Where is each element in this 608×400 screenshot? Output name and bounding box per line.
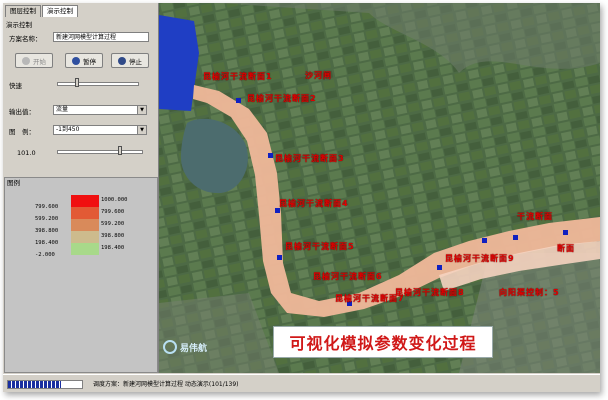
legend-select-value: -1到450 bbox=[56, 126, 80, 133]
stop-button-label: 停止 bbox=[129, 57, 142, 66]
legend-title: 图例 bbox=[7, 179, 20, 187]
legend-swatch bbox=[71, 195, 99, 207]
play-icon bbox=[22, 56, 30, 65]
pause-button-label: 暂停 bbox=[83, 57, 96, 66]
tab-demo-control[interactable]: 演示控制 bbox=[42, 5, 78, 17]
app-window: 图层控制 演示控制 演示控制 方案名称： 新建河网模型计算过程 开始 暂停 停止… bbox=[3, 3, 600, 392]
speed-slider-thumb[interactable] bbox=[75, 78, 79, 87]
panel-tabs: 图层控制 演示控制 bbox=[5, 5, 79, 17]
output-select-value: 流量 bbox=[56, 106, 69, 113]
pause-button[interactable]: 暂停 bbox=[65, 53, 103, 68]
legend-swatch bbox=[71, 219, 99, 231]
map-view[interactable]: 昆榆河干流断面1 沙河闸 昆榆河干流断面2 昆榆河干流断面3 昆榆河干流断面4 … bbox=[159, 3, 600, 373]
section-marker[interactable] bbox=[268, 153, 273, 158]
stop-button[interactable]: 停止 bbox=[111, 53, 149, 68]
logo-text: 易伟航 bbox=[180, 343, 208, 354]
status-bar: 调度方案：新建河网模型计算过程 动态演示(101/139) bbox=[3, 374, 600, 392]
legend-select-label: 图 例： bbox=[9, 128, 35, 136]
section-label: 向阳渠控制：5 bbox=[499, 288, 560, 297]
section-label: 昆榆河干流断面4 bbox=[279, 199, 349, 208]
legend-lower-value: 799.600 bbox=[35, 204, 59, 210]
value-label: 101.0 bbox=[17, 149, 36, 157]
section-marker[interactable] bbox=[437, 265, 442, 270]
group-title: 演示控制 bbox=[6, 21, 32, 29]
tab-layer-control[interactable]: 图层控制 bbox=[5, 5, 41, 17]
satellite-map bbox=[159, 3, 600, 373]
caption-text: 可视化模拟参数变化过程 bbox=[289, 334, 477, 353]
legend-swatch bbox=[71, 243, 99, 255]
section-label: 昆榆河干流断面9 bbox=[445, 254, 515, 263]
speed-slider-track[interactable] bbox=[57, 82, 139, 86]
legend-upper-value: 198.400 bbox=[101, 245, 125, 251]
legend-upper-value: 799.600 bbox=[101, 209, 125, 215]
legend-upper-value: 1000.000 bbox=[101, 197, 128, 203]
legend-lower-value: 398.800 bbox=[35, 228, 59, 234]
left-panel: 图层控制 演示控制 演示控制 方案名称： 新建河网模型计算过程 开始 暂停 停止… bbox=[3, 3, 159, 373]
start-button[interactable]: 开始 bbox=[15, 53, 53, 68]
legend-upper-value: 599.200 bbox=[101, 221, 125, 227]
chevron-down-icon: ▼ bbox=[137, 106, 146, 114]
legend-upper-value: 398.800 bbox=[101, 233, 125, 239]
section-label: 昆榆河干流断面1 bbox=[203, 72, 273, 81]
section-label: 昆榆河干流断面5 bbox=[285, 242, 355, 251]
start-button-label: 开始 bbox=[33, 57, 46, 66]
section-marker[interactable] bbox=[513, 235, 518, 240]
output-label: 输出值： bbox=[9, 108, 35, 116]
speed-label: 快速 bbox=[9, 82, 22, 90]
status-text: 调度方案：新建河网模型计算过程 动态演示(101/139) bbox=[93, 381, 239, 388]
legend-select[interactable]: -1到450 ▼ bbox=[53, 125, 147, 135]
progress-bar bbox=[7, 380, 83, 389]
legend-swatch bbox=[71, 231, 99, 243]
legend-lower-value: 599.200 bbox=[35, 216, 59, 222]
pause-icon bbox=[72, 56, 80, 65]
legend-lower-value: -2.000 bbox=[35, 252, 55, 258]
value-slider-track[interactable] bbox=[57, 150, 143, 154]
scheme-name-field[interactable]: 新建河网模型计算过程 bbox=[53, 32, 149, 42]
section-label: 昆榆河干流断面8 bbox=[395, 288, 465, 297]
scheme-label: 方案名称： bbox=[9, 35, 42, 43]
logo-icon bbox=[163, 340, 177, 354]
section-label: 昆榆河干流断面2 bbox=[247, 94, 317, 103]
section-label: 沙河闸 bbox=[305, 71, 332, 80]
section-marker[interactable] bbox=[563, 230, 568, 235]
section-label: 昆榆河干流断面3 bbox=[275, 154, 345, 163]
progress-fill bbox=[8, 381, 62, 388]
chevron-down-icon: ▼ bbox=[137, 126, 146, 134]
section-label: 昆榆河干流断面6 bbox=[313, 272, 383, 281]
stop-icon bbox=[118, 56, 126, 65]
value-slider-thumb[interactable] bbox=[118, 146, 122, 155]
logo: 易伟航 bbox=[163, 340, 207, 354]
section-label: 干流断面 bbox=[517, 212, 553, 221]
section-marker[interactable] bbox=[236, 98, 241, 103]
section-marker[interactable] bbox=[482, 238, 487, 243]
caption-box: 可视化模拟参数变化过程 bbox=[273, 326, 493, 358]
legend-lower-value: 198.400 bbox=[35, 240, 59, 246]
section-marker[interactable] bbox=[277, 255, 282, 260]
section-label: 断面 bbox=[557, 244, 575, 253]
output-select[interactable]: 流量 ▼ bbox=[53, 105, 147, 115]
legend-panel: 图例 1000.000 799.600 599.200 398.800 198.… bbox=[4, 177, 158, 373]
legend-swatch bbox=[71, 207, 99, 219]
